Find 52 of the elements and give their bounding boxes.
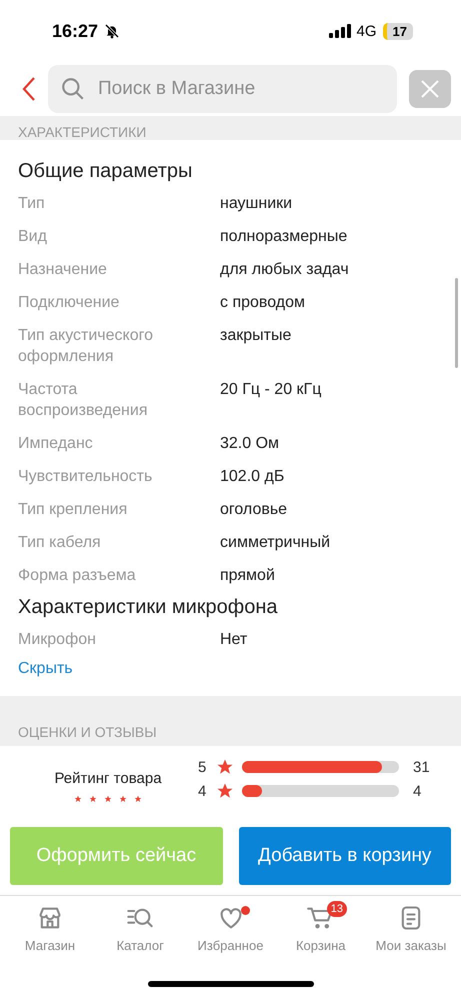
tab-item[interactable]: Каталог — [96, 904, 184, 967]
spec-label: Вид — [18, 227, 48, 247]
spec-value: закрытые — [220, 326, 292, 346]
spec-value: наушники — [220, 194, 294, 214]
search-icon — [60, 76, 86, 102]
spec-label: Микрофон — [18, 630, 97, 650]
spec-value: полноразмерные — [220, 227, 348, 247]
spec-value: для любых задач — [220, 260, 350, 280]
spec-label: Подключение — [18, 293, 120, 313]
add-to-cart-button[interactable]: Добавить в корзину — [238, 827, 451, 885]
spec-value: прямой — [220, 566, 276, 586]
rating-label: Рейтинг товара — [54, 770, 162, 787]
star-number: 5 — [198, 758, 208, 776]
group-title: Общие параметры — [18, 160, 194, 183]
tab-item[interactable]: 13 Корзина — [276, 904, 365, 967]
close-icon — [420, 79, 440, 99]
search-field[interactable]: Поиск в Магазине — [48, 65, 397, 113]
count-badge: 13 — [326, 901, 347, 917]
spec-value: 32.0 Ом — [220, 434, 280, 454]
tab-item[interactable]: Мои заказы — [367, 904, 455, 967]
review-count: 31 — [413, 758, 431, 776]
hide-link[interactable]: Скрыть — [18, 660, 73, 678]
spec-value: с проводом — [220, 293, 306, 313]
spec-label: Импеданс — [18, 434, 94, 454]
star-icon — [216, 782, 234, 800]
muted-bell-icon — [104, 23, 120, 39]
spec-value: симметричный — [220, 533, 332, 553]
spec-label: Тип крепления — [18, 500, 128, 520]
tab-item[interactable]: Магазин — [6, 904, 94, 967]
star-number: 4 — [198, 782, 208, 800]
battery-level: 17 — [382, 22, 413, 40]
spec-label: Форма разъема — [18, 566, 137, 586]
group-title: Характеристики микрофона — [18, 596, 279, 619]
back-icon[interactable] — [22, 76, 36, 102]
spec-label: Тип кабеля — [18, 533, 102, 553]
review-count: 4 — [413, 782, 422, 800]
section-title: ОЦЕНКИ И ОТЗЫВЫ — [18, 724, 157, 740]
tab-item[interactable]: Избранное — [186, 904, 274, 967]
signal-icon — [328, 24, 351, 38]
spec-label: Назначение — [18, 260, 108, 280]
spec-label: Тип акустического оформления — [18, 326, 154, 367]
spec-value: Нет — [220, 630, 248, 650]
spec-label: Чувствительность — [18, 467, 154, 487]
spec-label: Частота воспроизведения — [18, 380, 148, 421]
section-title: ХАРАКТЕРИСТИКИ — [18, 124, 146, 140]
network-type: 4G — [356, 22, 377, 40]
star-icon — [216, 758, 234, 776]
spec-value: 102.0 дБ — [220, 467, 286, 487]
spec-value: 20 Гц - 20 кГц — [220, 380, 322, 400]
spec-label: Тип — [18, 194, 46, 214]
clock-time: 16:27 — [52, 20, 98, 42]
spec-value: оголовье — [220, 500, 288, 520]
